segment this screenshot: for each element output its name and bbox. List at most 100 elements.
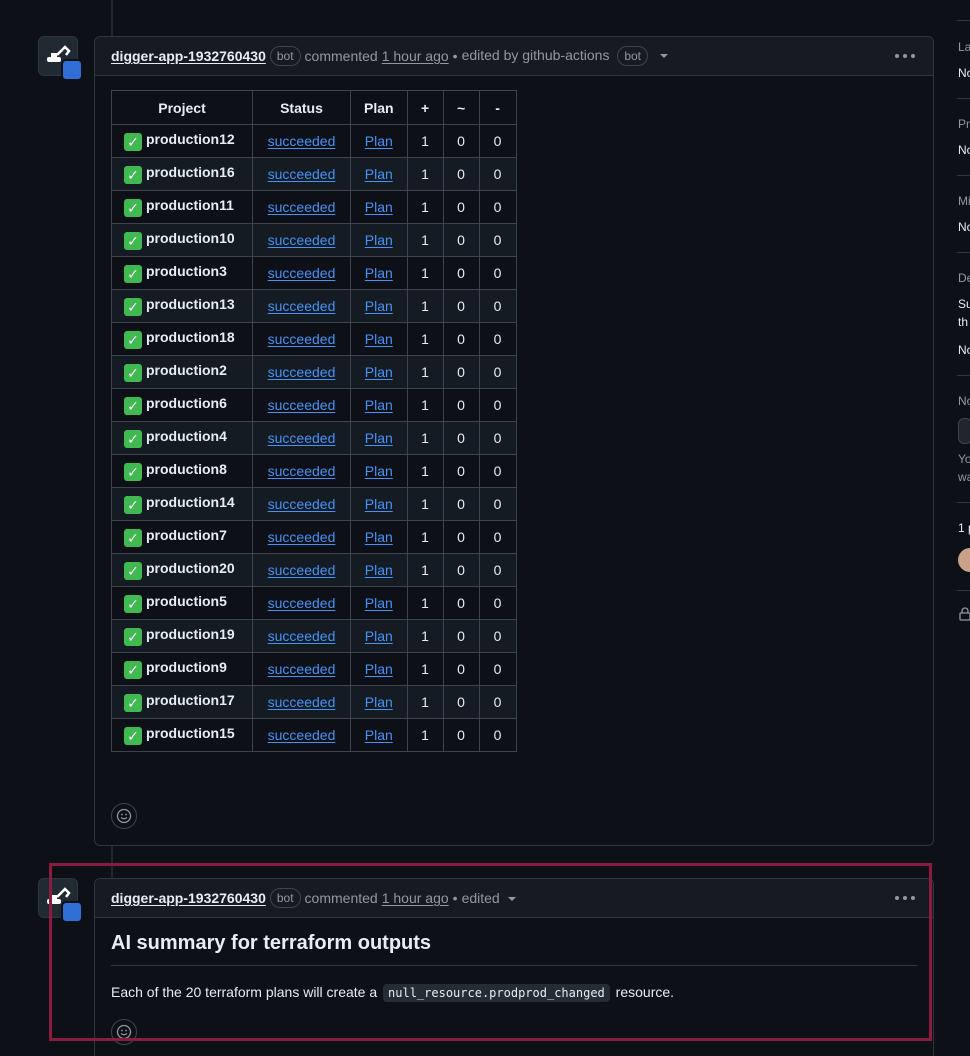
plan-link[interactable]: Plan (365, 397, 393, 413)
status-link[interactable]: succeeded (268, 298, 336, 314)
participant-avatar[interactable] (958, 548, 970, 572)
project-cell: ✓ production8 (111, 454, 253, 488)
status-cell: succeeded (252, 289, 351, 323)
table-row: ✓ production17 succeeded Plan 1 0 0 (111, 685, 517, 719)
project-name: production4 (146, 428, 227, 444)
table-row: ✓ production14 succeeded Plan 1 0 0 (111, 487, 517, 521)
add-count: 1 (406, 421, 444, 455)
table-row: ✓ production16 succeeded Plan 1 0 0 (111, 157, 517, 191)
add-count: 1 (406, 256, 444, 290)
change-count: 0 (442, 487, 480, 521)
plan-link[interactable]: Plan (365, 364, 393, 380)
edited-bot-label: bot (617, 46, 649, 66)
plan-link[interactable]: Plan (365, 265, 393, 281)
status-cell: succeeded (252, 190, 351, 224)
project-name: production13 (146, 296, 235, 312)
status-link[interactable]: succeeded (268, 232, 336, 248)
bot-avatar[interactable] (38, 36, 83, 81)
status-cell: succeeded (252, 256, 351, 290)
destroy-count: 0 (478, 586, 517, 620)
check-mark-icon: ✓ (124, 232, 142, 250)
status-link[interactable]: succeeded (268, 694, 336, 710)
check-mark-icon: ✓ (124, 364, 142, 382)
project-cell: ✓ production5 (111, 586, 253, 620)
project-cell: ✓ production19 (111, 619, 253, 653)
plan-link[interactable]: Plan (365, 298, 393, 314)
plan-link[interactable]: Plan (365, 199, 393, 215)
project-cell: ✓ production12 (111, 124, 253, 158)
status-link[interactable]: succeeded (268, 430, 336, 446)
edited-dropdown[interactable]: edited by github-actions bot (462, 46, 669, 66)
kebab-horizontal-icon[interactable] (895, 49, 915, 63)
column-header: ~ (442, 90, 480, 125)
status-cell: succeeded (252, 124, 351, 158)
plan-cell: Plan (350, 520, 408, 554)
status-link[interactable]: succeeded (268, 265, 336, 281)
check-mark-icon: ✓ (124, 628, 142, 646)
plan-cell: Plan (350, 355, 408, 389)
plan-link[interactable]: Plan (365, 661, 393, 677)
comment-time-link[interactable]: 1 hour ago (382, 48, 449, 64)
plan-link[interactable]: Plan (365, 529, 393, 545)
subscribe-button[interactable] (958, 418, 970, 444)
add-count: 1 (406, 388, 444, 422)
plan-cell: Plan (350, 619, 408, 653)
status-link[interactable]: succeeded (268, 595, 336, 611)
destroy-count: 0 (478, 487, 517, 521)
destroy-count: 0 (478, 289, 517, 323)
add-count: 1 (406, 157, 444, 191)
plan-cell: Plan (350, 718, 408, 752)
project-name: production16 (146, 164, 235, 180)
sidebar-fragment: La (958, 40, 970, 54)
sidebar-fragment: De (958, 271, 970, 285)
status-link[interactable]: succeeded (268, 331, 336, 347)
plan-cell: Plan (350, 223, 408, 257)
plan-link[interactable]: Plan (365, 133, 393, 149)
status-cell: succeeded (252, 388, 351, 422)
table-header-row: Project Status Plan + ~ - (111, 90, 517, 125)
status-link[interactable]: succeeded (268, 199, 336, 215)
destroy-count: 0 (478, 322, 517, 356)
change-count: 0 (442, 256, 480, 290)
status-link[interactable]: succeeded (268, 661, 336, 677)
change-count: 0 (442, 157, 480, 191)
add-count: 1 (406, 289, 444, 323)
sidebar-fragment: Pr (958, 117, 970, 131)
status-link[interactable]: succeeded (268, 529, 336, 545)
plan-cell: Plan (350, 586, 408, 620)
plan-link[interactable]: Plan (365, 727, 393, 743)
status-link[interactable]: succeeded (268, 166, 336, 182)
change-count: 0 (442, 454, 480, 488)
lock-icon[interactable] (959, 607, 970, 621)
status-link[interactable]: succeeded (268, 562, 336, 578)
project-name: production20 (146, 560, 235, 576)
status-link[interactable]: succeeded (268, 628, 336, 644)
add-reaction-button[interactable] (111, 803, 137, 829)
chevron-down-icon (660, 54, 669, 59)
plan-link[interactable]: Plan (365, 562, 393, 578)
destroy-count: 0 (478, 355, 517, 389)
comment-author-link[interactable]: digger-app-1932760430 (111, 48, 266, 64)
status-link[interactable]: succeeded (268, 133, 336, 149)
status-link[interactable]: succeeded (268, 364, 336, 380)
plan-link[interactable]: Plan (365, 166, 393, 182)
check-mark-icon: ✓ (124, 595, 142, 613)
plan-link[interactable]: Plan (365, 628, 393, 644)
status-link[interactable]: succeeded (268, 727, 336, 743)
plan-link[interactable]: Plan (365, 331, 393, 347)
plan-link[interactable]: Plan (365, 595, 393, 611)
check-mark-icon: ✓ (124, 133, 142, 151)
plan-link[interactable]: Plan (365, 232, 393, 248)
plan-link[interactable]: Plan (365, 694, 393, 710)
status-link[interactable]: succeeded (268, 397, 336, 413)
status-link[interactable]: succeeded (268, 496, 336, 512)
project-cell: ✓ production15 (111, 718, 253, 752)
destroy-count: 0 (478, 454, 517, 488)
project-name: production10 (146, 230, 235, 246)
plan-link[interactable]: Plan (365, 496, 393, 512)
plan-link[interactable]: Plan (365, 463, 393, 479)
plan-cell: Plan (350, 289, 408, 323)
status-link[interactable]: succeeded (268, 463, 336, 479)
plan-link[interactable]: Plan (365, 430, 393, 446)
add-count: 1 (406, 685, 444, 719)
